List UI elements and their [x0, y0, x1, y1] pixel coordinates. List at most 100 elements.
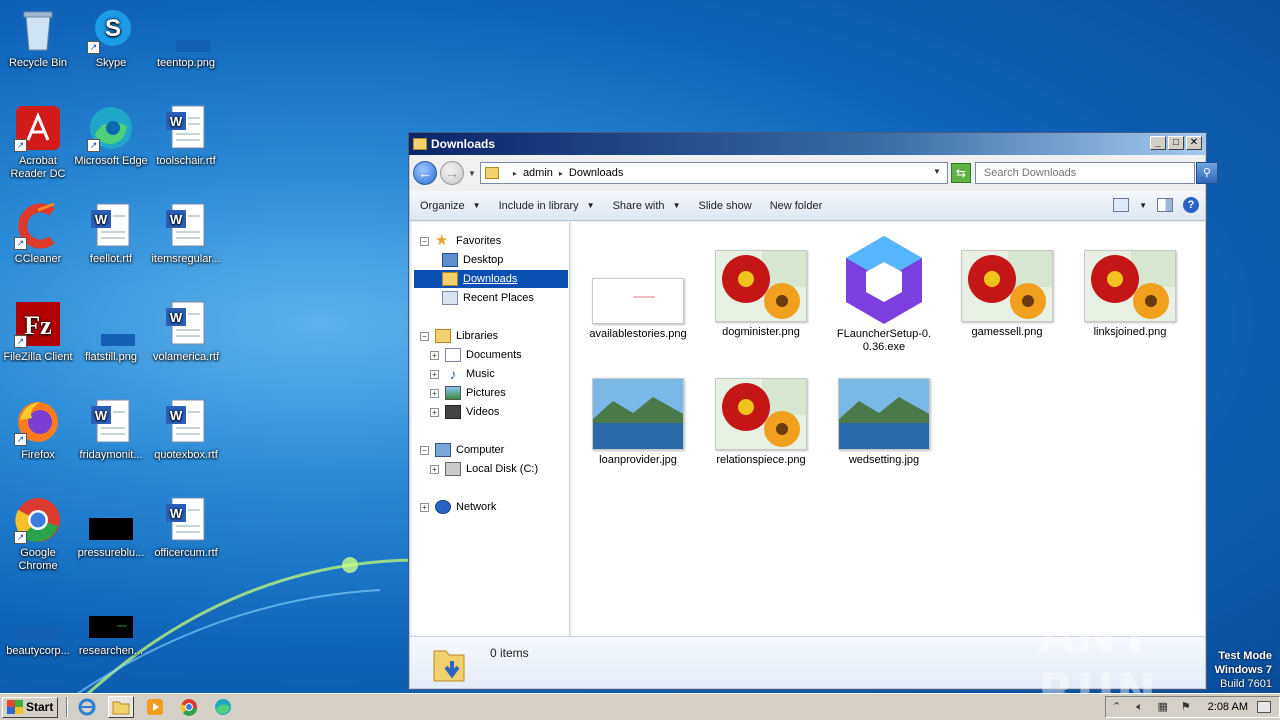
tree-favorites[interactable]: − ★ Favorites [420, 232, 568, 250]
shortcut-arrow-icon: ↗ [14, 531, 27, 544]
expand-icon[interactable]: + [420, 502, 429, 512]
file-item[interactable]: wedsetting.jpg [834, 378, 934, 467]
expand-icon[interactable]: + [430, 350, 439, 360]
preview-pane-icon[interactable] [1157, 198, 1173, 212]
desktop-icon-edge[interactable]: ↗ Microsoft Edge [73, 104, 149, 168]
new-folder-button[interactable]: New folder [770, 200, 823, 212]
tree-recent-places[interactable]: Recent Places [442, 289, 568, 307]
window-titlebar[interactable]: Downloads _ □ ✕ [409, 133, 1206, 155]
tree-music[interactable]: + ♪ Music [430, 365, 568, 383]
collapse-icon[interactable]: − [420, 236, 429, 246]
forward-button[interactable]: → [440, 161, 464, 185]
desktop-icon-quotexbox[interactable]: W quotexbox.rtf [148, 398, 224, 462]
organize-menu[interactable]: Organize ▼ [420, 200, 481, 212]
desktop-icon-fridaymonit[interactable]: W fridaymonit... [73, 398, 149, 462]
collapse-icon[interactable]: − [420, 445, 429, 455]
desktop-icon-firefox[interactable]: ↗ Firefox [0, 398, 76, 462]
desktop-icon-beautycorp[interactable]: beautycorp... [0, 594, 76, 658]
collapse-icon[interactable]: − [420, 331, 429, 341]
desktop-icon-volamerica[interactable]: W volamerica.rtf [148, 300, 224, 364]
desktop-icon-officercum[interactable]: W officercum.rtf [148, 496, 224, 560]
desktop-icon-label: researchen... [78, 645, 144, 657]
volume-icon[interactable]: 🔈︎ [1133, 701, 1147, 713]
help-icon[interactable]: ? [1183, 197, 1199, 213]
tree-videos[interactable]: + Videos [430, 403, 568, 421]
include-in-library-menu[interactable]: Include in library ▼ [499, 200, 595, 212]
desktop-icon-toolschair[interactable]: W toolschair.rtf [148, 104, 224, 168]
exe-icon [838, 232, 930, 324]
recycle-bin-icon [14, 6, 62, 54]
expand-icon[interactable]: + [430, 369, 439, 379]
pictures-icon [445, 386, 461, 400]
view-dropdown-icon[interactable]: ▼ [1139, 201, 1147, 210]
desktop-icon-researchen[interactable]: researchen... [73, 594, 149, 658]
desktop-icon-teentop[interactable]: teentop.png [148, 6, 224, 70]
chevron-right-icon[interactable]: ▸ [513, 169, 517, 178]
tree-libraries[interactable]: − Libraries [420, 327, 568, 345]
tree-downloads[interactable]: Downloads [414, 270, 568, 288]
change-view-icon[interactable] [1113, 198, 1130, 212]
file-list: availablestories.png dogminister.png FLa… [572, 222, 1205, 636]
file-name: dogminister.png [722, 326, 800, 338]
show-hidden-icons-chevron-up-icon[interactable]: ⌃ [1110, 701, 1124, 713]
folder-icon [413, 138, 427, 150]
address-bar[interactable]: ▸ admin ▸ Downloads ▼ [479, 162, 948, 184]
start-button[interactable]: Start [2, 696, 59, 718]
minimize-button[interactable]: _ [1150, 136, 1166, 150]
desktop-icon-pressureblu[interactable]: pressureblu... [73, 496, 149, 560]
file-item[interactable]: FLauncherSetup-0.0.36.exe [834, 232, 934, 354]
file-item[interactable]: availablestories.png [588, 276, 688, 341]
test-mode-watermark: Test Mode Windows 7 Build 7601 [1215, 649, 1272, 691]
desktop-icon-skype[interactable]: S ↗ Skype [73, 6, 149, 70]
desktop-icon-flatstill[interactable]: flatstill.png [73, 300, 149, 364]
clock[interactable]: 2:08 AM [1208, 701, 1248, 713]
expand-icon[interactable]: + [430, 464, 439, 474]
file-item[interactable]: loanprovider.jpg [588, 378, 688, 467]
recent-pages-dropdown[interactable]: ▼ [468, 169, 476, 178]
back-button[interactable]: ← [413, 161, 437, 185]
refresh-button[interactable]: ⇆ [950, 163, 971, 183]
file-item[interactable]: relationspiece.png [711, 378, 811, 467]
expand-icon[interactable]: + [430, 407, 439, 417]
desktop-icon-recycle-bin[interactable]: Recycle Bin [0, 6, 76, 70]
tree-documents[interactable]: + Documents [430, 346, 568, 364]
close-button[interactable]: ✕ [1186, 136, 1202, 150]
file-item[interactable]: linksjoined.png [1080, 250, 1180, 339]
share-with-menu[interactable]: Share with ▼ [613, 200, 681, 212]
media-player-icon[interactable] [142, 696, 168, 718]
chevron-right-icon[interactable]: ▸ [559, 169, 563, 178]
action-center-flag-icon[interactable]: ⚑ [1179, 701, 1193, 713]
desktop-icon-filezilla[interactable]: Fz ↗ FileZilla Client [0, 300, 76, 364]
expand-icon[interactable]: + [430, 388, 439, 398]
chrome-icon[interactable] [176, 696, 202, 718]
desktop-icon-chrome[interactable]: ↗ Google Chrome [0, 496, 76, 573]
search-box[interactable]: ⚲ [974, 162, 1218, 184]
documents-icon [445, 348, 461, 362]
start-label: Start [26, 700, 54, 714]
tree-local-disk[interactable]: + Local Disk (C:) [430, 460, 568, 478]
explorer-taskbar-icon[interactable] [108, 696, 135, 718]
taskbar: Start ⌃ 🔈︎ ▦ ⚑ 2:08 AM [0, 693, 1280, 720]
file-name: gamessell.png [971, 326, 1043, 338]
desktop-icon-itemsregular[interactable]: W itemsregular... [148, 202, 224, 266]
desktop-icon-feellot[interactable]: W feellot.rtf [73, 202, 149, 266]
desktop-icon-ccleaner[interactable]: ↗ CCleaner [0, 202, 76, 266]
slide-show-button[interactable]: Slide show [698, 200, 751, 212]
internet-explorer-icon[interactable] [74, 696, 100, 718]
show-desktop-icon[interactable] [1257, 701, 1271, 713]
file-item[interactable]: dogminister.png [711, 250, 811, 339]
edge-icon[interactable] [210, 696, 236, 718]
tree-computer[interactable]: − Computer [420, 441, 568, 459]
tree-desktop[interactable]: Desktop [442, 251, 568, 269]
desktop-icon-acrobat[interactable]: ↗ Acrobat Reader DC [0, 104, 76, 181]
breadcrumb-downloads[interactable]: Downloads [569, 167, 623, 179]
maximize-button[interactable]: □ [1168, 136, 1184, 150]
breadcrumb-admin[interactable]: admin [523, 167, 553, 179]
address-dropdown-icon[interactable]: ▼ [933, 167, 941, 176]
search-icon[interactable]: ⚲ [1195, 162, 1218, 184]
search-input[interactable] [981, 166, 1182, 180]
file-item[interactable]: gamessell.png [957, 250, 1057, 339]
tree-network[interactable]: + Network [420, 498, 568, 516]
tree-pictures[interactable]: + Pictures [430, 384, 568, 402]
network-icon[interactable]: ▦ [1156, 701, 1170, 713]
